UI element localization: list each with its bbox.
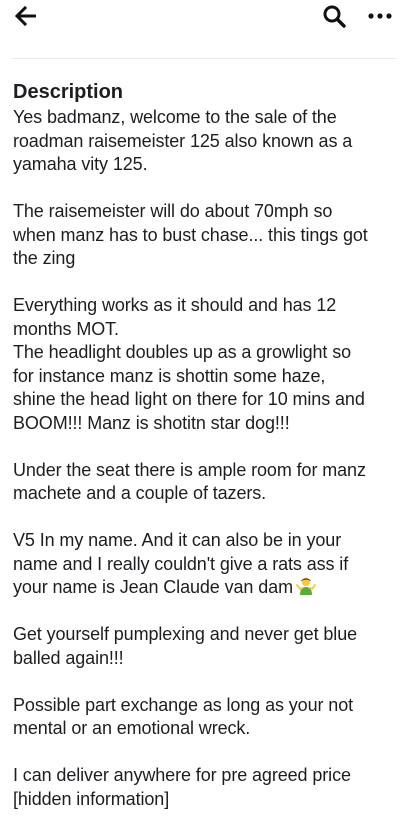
search-icon bbox=[323, 5, 346, 28]
description-line: Everything works as it should and has 12 bbox=[13, 295, 337, 315]
description-heading: Description bbox=[13, 81, 124, 103]
description-body: Yes badmanz, welcome to the sale of the r… bbox=[13, 106, 399, 811]
description-line: months MOT. bbox=[13, 318, 119, 339]
description-line: Yes badmanz, welcome to the sale of the bbox=[13, 107, 337, 127]
description-line: shine the head light on there for 10 min… bbox=[13, 389, 365, 409]
description-paragraph: Yes badmanz, welcome to the sale of the r… bbox=[13, 106, 399, 177]
description-line: for instance manz is shottin some haze, bbox=[13, 365, 326, 386]
description-paragraph: V5 In my name. And it can also be in you… bbox=[13, 529, 399, 600]
description-line: Get yourself pumplexing and never get bl… bbox=[13, 624, 358, 644]
arrow-left-icon bbox=[15, 6, 36, 26]
description-line: yamaha vity 125. bbox=[13, 154, 148, 174]
description-line: BOOM!!! Manz is shotitn star dog!!! bbox=[13, 412, 290, 433]
description-line: mental or an emotional wreck. bbox=[13, 718, 251, 738]
description-line: name and I really couldn't give a rats a… bbox=[13, 553, 349, 574]
description-paragraph: Everything works as it should and has 12… bbox=[13, 294, 399, 435]
description-line: roadman raisemeister 125 also known as a bbox=[13, 130, 353, 151]
description-line: Under the seat there is ample room for m… bbox=[13, 459, 366, 480]
description-line: Possible part exchange as long as your n… bbox=[13, 694, 354, 715]
description-line: your name is Jean Claude van dam bbox=[13, 576, 399, 600]
description-paragraph: Get yourself pumplexing and never get bl… bbox=[13, 623, 399, 670]
header-divider bbox=[12, 58, 396, 59]
description-line: The raisemeister will do about 70mph so bbox=[13, 201, 333, 221]
description-section: Description Yes badmanz, welcome to the … bbox=[13, 80, 399, 835]
back-button[interactable] bbox=[12, 2, 40, 30]
description-paragraph: Possible part exchange as long as your n… bbox=[13, 694, 399, 741]
description-line: V5 In my name. And it can also be in you… bbox=[13, 530, 342, 550]
search-button[interactable] bbox=[320, 2, 348, 30]
description-line: [hidden information] bbox=[13, 788, 170, 809]
description-line: balled again!!! bbox=[13, 647, 124, 668]
description-line: when manz has to bust chase... this ting… bbox=[13, 224, 368, 245]
more-horizontal-icon bbox=[368, 13, 392, 19]
more-options-button[interactable] bbox=[366, 2, 394, 30]
person-shrugging-emoji-icon bbox=[295, 577, 316, 595]
description-line: I can deliver anywhere for pre agreed pr… bbox=[13, 765, 351, 785]
top-app-bar bbox=[0, 0, 408, 40]
description-line: machete and a couple of tazers. bbox=[13, 483, 267, 503]
description-paragraph: Under the seat there is ample room for m… bbox=[13, 459, 399, 506]
description-line: The headlight doubles up as a growlight … bbox=[13, 342, 352, 362]
description-paragraph: The raisemeister will do about 70mph so w… bbox=[13, 200, 399, 271]
description-line: the zing bbox=[13, 248, 76, 268]
description-paragraph: I can deliver anywhere for pre agreed pr… bbox=[13, 764, 399, 811]
